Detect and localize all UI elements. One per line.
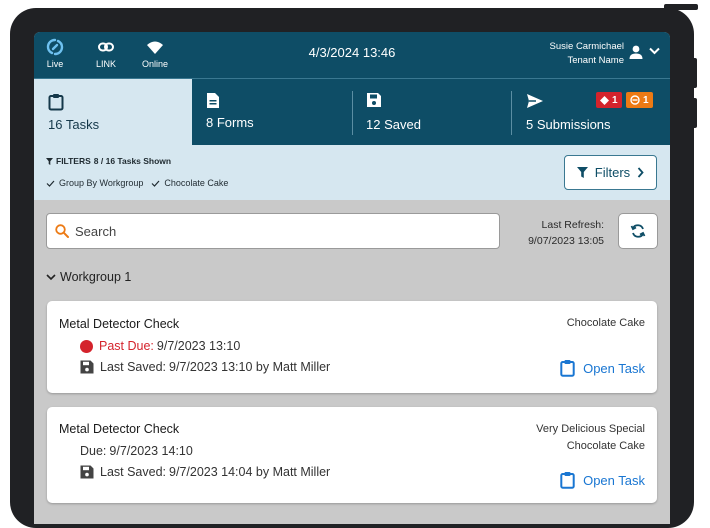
warning-count: 1 bbox=[643, 94, 649, 106]
clipboard-icon bbox=[560, 360, 575, 377]
due-label: Due: bbox=[80, 444, 107, 458]
last-saved-value: 9/7/2023 14:04 by Matt Miller bbox=[169, 465, 331, 479]
product-name: Very Delicious Special Chocolate Cake bbox=[536, 423, 645, 452]
chevron-down-icon bbox=[46, 273, 56, 280]
open-task-label: Open Task bbox=[583, 360, 645, 376]
save-icon bbox=[80, 360, 94, 374]
tab-tasks-label: 16 Tasks bbox=[48, 117, 100, 132]
live-label: Live bbox=[46, 59, 64, 69]
tab-submissions[interactable]: 5 Submissions bbox=[512, 79, 670, 146]
task-card[interactable]: Metal Detector Check Due: 9/7/2023 14:10… bbox=[47, 407, 657, 503]
user-info[interactable]: Susie Carmichael Tenant Name bbox=[550, 40, 624, 68]
chevron-down-icon[interactable] bbox=[649, 47, 660, 55]
past-due-label: Past Due: bbox=[99, 339, 154, 353]
diamond-alert-icon bbox=[600, 95, 609, 105]
search-box[interactable] bbox=[46, 213, 500, 249]
workgroup-label: Workgroup 1 bbox=[60, 270, 132, 284]
active-filter-label: Chocolate Cake bbox=[164, 178, 229, 188]
link-label: LINK bbox=[96, 59, 117, 69]
user-name: Susie Carmichael bbox=[549, 41, 624, 52]
active-filter-label: Group By Workgroup bbox=[59, 178, 144, 188]
search-icon bbox=[55, 224, 69, 238]
send-icon bbox=[527, 94, 543, 108]
active-filter-chip: Chocolate Cake bbox=[151, 178, 228, 188]
product-name: Chocolate Cake bbox=[566, 317, 645, 329]
search-input[interactable] bbox=[75, 223, 475, 239]
online-label: Online bbox=[142, 59, 169, 69]
filter-summary: FILTERS 8 / 16 Tasks Shown bbox=[46, 156, 171, 166]
warning-count-badge[interactable]: 1 bbox=[626, 92, 653, 108]
filter-count: 8 / 16 Tasks Shown bbox=[93, 156, 172, 166]
clipboard-icon bbox=[560, 472, 575, 489]
funnel-icon bbox=[576, 167, 588, 178]
status-bar: Live LINK Online 4/3/2024 13:46 Susie Ca… bbox=[34, 32, 670, 78]
open-task-label: Open Task bbox=[583, 472, 645, 488]
checkmark-icon bbox=[46, 180, 55, 187]
main-tabs: 16 Tasks 8 Forms 12 Saved 5 Submissions … bbox=[34, 78, 670, 146]
task-due-row: Past Due: 9/7/2023 13:10 bbox=[80, 339, 240, 353]
past-due-indicator-icon bbox=[80, 339, 93, 353]
workgroup-header[interactable]: Workgroup 1 bbox=[46, 270, 131, 284]
save-icon bbox=[367, 93, 381, 107]
checkmark-icon bbox=[151, 180, 160, 187]
chevron-right-icon bbox=[638, 167, 644, 178]
last-saved-value: 9/7/2023 13:10 by Matt Miller bbox=[169, 360, 331, 374]
tab-forms-label: 8 Forms bbox=[206, 115, 254, 130]
task-title: Metal Detector Check bbox=[59, 317, 180, 331]
document-icon bbox=[207, 93, 219, 108]
refresh-icon bbox=[630, 224, 646, 238]
user-avatar-icon[interactable] bbox=[628, 44, 644, 60]
tenant-name: Tenant Name bbox=[567, 55, 624, 66]
active-filter-chip: Group By Workgroup bbox=[46, 178, 143, 188]
open-task-button[interactable]: Open Task bbox=[560, 359, 645, 377]
error-count-badge[interactable]: 1 bbox=[596, 92, 622, 108]
tab-submissions-label: 5 Submissions bbox=[526, 117, 611, 132]
tab-tasks[interactable]: 16 Tasks bbox=[34, 79, 192, 146]
clipboard-icon bbox=[48, 94, 64, 111]
active-filters: Group By Workgroup Chocolate Cake bbox=[46, 178, 228, 188]
last-refresh-value: 9/07/2023 13:05 bbox=[528, 235, 604, 247]
open-task-button[interactable]: Open Task bbox=[560, 471, 645, 489]
task-due-row: Due: 9/7/2023 14:10 bbox=[80, 444, 193, 458]
task-saved-row: Last Saved: 9/7/2023 14:04 by Matt Mille… bbox=[80, 465, 330, 479]
task-card[interactable]: Metal Detector Check Past Due: 9/7/2023 … bbox=[47, 301, 657, 393]
due-value: 9/7/2023 13:10 bbox=[156, 339, 241, 353]
task-saved-row: Last Saved: 9/7/2023 13:10 by Matt Mille… bbox=[80, 360, 330, 374]
funnel-icon bbox=[46, 157, 53, 165]
last-refresh-label: Last Refresh: bbox=[541, 219, 604, 231]
tab-forms[interactable]: 8 Forms bbox=[192, 79, 352, 146]
save-icon bbox=[80, 465, 94, 479]
last-saved-label: Last Saved: bbox=[100, 360, 167, 374]
filters-button[interactable]: Filters bbox=[564, 155, 657, 190]
refresh-button[interactable] bbox=[618, 213, 658, 249]
due-value: 9/7/2023 14:10 bbox=[109, 444, 193, 458]
minus-circle-icon bbox=[630, 95, 640, 105]
filters-button-label: Filters bbox=[594, 165, 631, 180]
error-count: 1 bbox=[612, 94, 618, 106]
tab-saved[interactable]: 12 Saved bbox=[352, 79, 512, 146]
last-refresh-info: Last Refresh: 9/07/2023 13:05 bbox=[504, 217, 604, 249]
filter-bar: FILTERS 8 / 16 Tasks Shown Group By Work… bbox=[34, 145, 670, 200]
tab-saved-label: 12 Saved bbox=[366, 117, 421, 132]
filter-title: FILTERS bbox=[56, 156, 91, 166]
last-saved-label: Last Saved: bbox=[100, 465, 167, 479]
task-title: Metal Detector Check bbox=[59, 422, 180, 436]
app-screen: Live LINK Online 4/3/2024 13:46 Susie Ca… bbox=[34, 32, 670, 524]
